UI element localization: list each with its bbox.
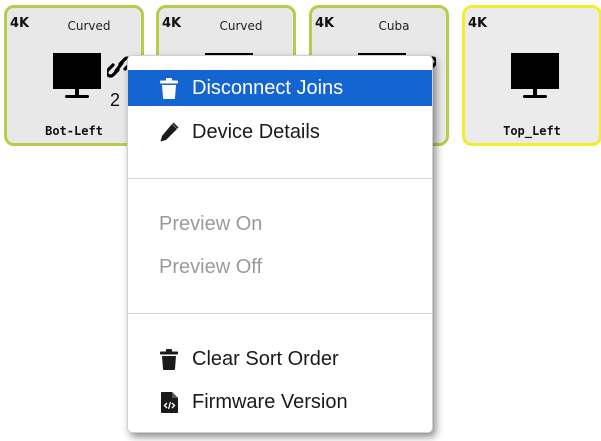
menu-item-label: Device Details (192, 120, 320, 143)
resolution-label: 4K (468, 16, 488, 31)
monitor-icon (511, 53, 559, 98)
monitor-icon (53, 53, 101, 98)
trash-icon (158, 77, 180, 99)
context-menu: Disconnect Joins Device Details Preview … (127, 55, 433, 433)
resolution-label: 4K (315, 16, 335, 31)
menu-item-preview-off[interactable]: Preview Off (128, 249, 432, 285)
pencil-icon (158, 121, 180, 143)
device-tile-bot-left[interactable]: 4K Curved 2 Bot-Left (4, 5, 144, 146)
join-count: 2 (110, 90, 121, 110)
device-name: Bot-Left (45, 124, 103, 138)
menu-item-device-details[interactable]: Device Details (128, 114, 432, 150)
resolution-label: 4K (162, 16, 182, 31)
menu-divider (128, 178, 432, 179)
menu-divider (128, 313, 432, 314)
resolution-label: 4K (10, 16, 30, 31)
menu-item-preview-on[interactable]: Preview On (128, 206, 432, 242)
trash-icon (158, 348, 180, 370)
menu-item-firmware-version[interactable]: Firmware Version (128, 384, 432, 420)
device-tile-top-left[interactable]: 4K Top_Left (462, 5, 601, 146)
menu-item-disconnect-joins[interactable]: Disconnect Joins (128, 70, 432, 106)
group-label: Curved (67, 19, 111, 33)
menu-item-label: Preview Off (159, 255, 262, 278)
group-label: Cuba (378, 19, 410, 33)
code-file-icon (158, 391, 180, 413)
menu-item-label: Firmware Version (192, 390, 348, 413)
device-name: Top_Left (503, 124, 561, 138)
menu-item-clear-sort-order[interactable]: Clear Sort Order (128, 341, 432, 377)
menu-item-label: Clear Sort Order (192, 347, 339, 370)
menu-item-label: Disconnect Joins (192, 76, 344, 99)
group-label: Curved (219, 19, 263, 33)
menu-item-label: Preview On (159, 212, 263, 235)
